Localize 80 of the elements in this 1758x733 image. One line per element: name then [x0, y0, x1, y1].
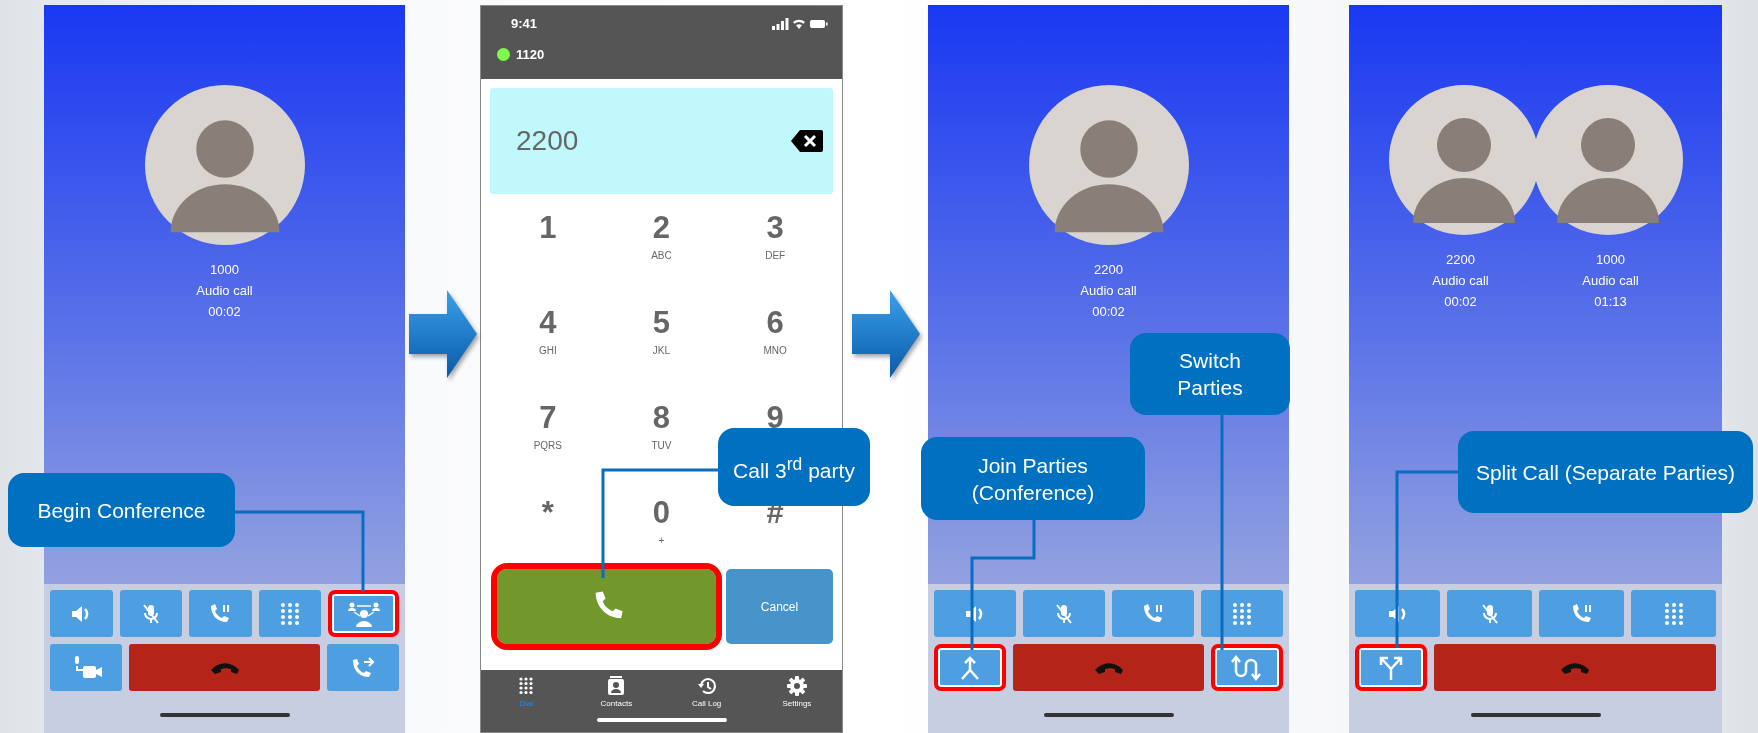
tab[interactable]: Contacts: [581, 676, 652, 708]
hold-button[interactable]: [189, 590, 252, 637]
status-icons: [772, 17, 828, 30]
swap-button[interactable]: [1211, 644, 1283, 691]
clock-time: 9:41: [511, 16, 538, 31]
video-button[interactable]: [50, 644, 122, 691]
call-duration: 00:02: [208, 303, 241, 321]
mute-button[interactable]: [119, 590, 183, 637]
conference-icon: [346, 600, 381, 627]
settings-icon: [786, 676, 807, 696]
keypad-icon: [280, 601, 301, 626]
speaker-button[interactable]: [934, 590, 1016, 637]
caller-number: 1000: [210, 261, 239, 279]
hold-button[interactable]: [1539, 590, 1624, 637]
keypad-button[interactable]: [258, 590, 322, 637]
keypad-button[interactable]: [1201, 590, 1283, 637]
call-type: Audio call: [1080, 282, 1137, 300]
callout-tooltip: Call 3$^{rd}$ party: [718, 428, 870, 506]
dial-key[interactable]: 0 +: [646, 495, 677, 546]
tab[interactable]: Settings: [761, 676, 832, 708]
muted-microphone-icon: [140, 602, 161, 625]
account-number: 1120: [516, 47, 545, 62]
mute-button[interactable]: [1023, 590, 1105, 637]
avatar-icon: [1028, 85, 1189, 245]
call-type: Audio call: [1582, 272, 1639, 290]
avatar-icon: [1388, 85, 1539, 235]
mute-button[interactable]: [1447, 590, 1532, 637]
merge-arrow-icon: [959, 654, 981, 681]
hang-up-icon: [209, 661, 240, 674]
hold-button[interactable]: [1112, 590, 1194, 637]
call-type: Audio call: [1432, 272, 1489, 290]
transfer-button[interactable]: [327, 644, 399, 691]
dial-key[interactable]: 7 PQRS: [527, 400, 568, 451]
dial-key[interactable]: 4 GHI: [532, 305, 563, 356]
hang-up-button[interactable]: [1013, 644, 1204, 691]
phone-hold-icon: [1141, 602, 1165, 625]
caller-number: 2200: [1446, 251, 1475, 269]
split-button[interactable]: [1355, 644, 1427, 691]
merge-button[interactable]: [934, 644, 1006, 691]
split-arrow-icon: [1378, 654, 1404, 681]
call-duration: 00:02: [1444, 293, 1477, 311]
conference-button[interactable]: [328, 590, 399, 637]
call-duration: 00:02: [1092, 303, 1125, 321]
call-transfer-icon: [350, 655, 376, 680]
keypad-icon: [518, 676, 535, 696]
caller-number: 1000: [1596, 251, 1625, 269]
arrow-icon: [406, 288, 479, 380]
dial-key[interactable]: *: [535, 495, 560, 531]
callout-tooltip: Join Parties (Conference): [921, 437, 1145, 520]
callout-tooltip: Begin Conference: [8, 473, 235, 547]
keypad-icon: [1663, 601, 1684, 626]
keypad-button[interactable]: [1631, 590, 1716, 637]
history-icon: [696, 676, 717, 696]
dial-key[interactable]: 8 TUV: [645, 400, 678, 451]
callout-tooltip: Switch Parties: [1130, 333, 1290, 415]
speaker-button[interactable]: [1355, 590, 1440, 637]
hang-up-button[interactable]: [129, 644, 320, 691]
call-duration: 01:13: [1594, 293, 1627, 311]
dial-key[interactable]: 2 ABC: [645, 210, 678, 261]
cancel-button[interactable]: Cancel: [726, 569, 833, 644]
hang-up-icon: [1560, 661, 1590, 674]
dial-key[interactable]: 1: [533, 210, 563, 246]
backspace-icon[interactable]: [791, 129, 823, 153]
callout-tooltip: Split Call (Separate Parties): [1458, 431, 1753, 513]
muted-microphone-icon: [1479, 602, 1500, 625]
swap-arrows-icon: [1231, 654, 1263, 681]
call-type: Audio call: [196, 282, 253, 300]
arrow-icon: [849, 288, 922, 380]
keypad-icon: [1232, 601, 1252, 626]
contact-card-icon: [607, 676, 626, 696]
muted-microphone-icon: [1054, 602, 1074, 625]
number-field[interactable]: 2200: [490, 88, 833, 194]
dial-key[interactable]: 6 MNO: [757, 305, 793, 356]
speaker-button[interactable]: [50, 590, 113, 637]
dial-key[interactable]: 5 JKL: [646, 305, 677, 356]
hang-up-icon: [1093, 661, 1124, 674]
avatar-icon: [144, 85, 305, 245]
caller-number: 2200: [1094, 261, 1123, 279]
tab[interactable]: Call Log: [671, 676, 742, 708]
dial-key[interactable]: 3 DEF: [759, 210, 792, 261]
